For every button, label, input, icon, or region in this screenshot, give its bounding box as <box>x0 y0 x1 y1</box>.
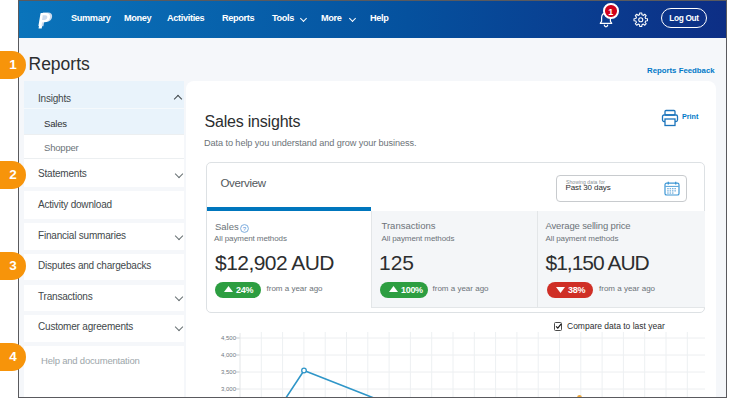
svg-text:?: ? <box>242 225 246 231</box>
